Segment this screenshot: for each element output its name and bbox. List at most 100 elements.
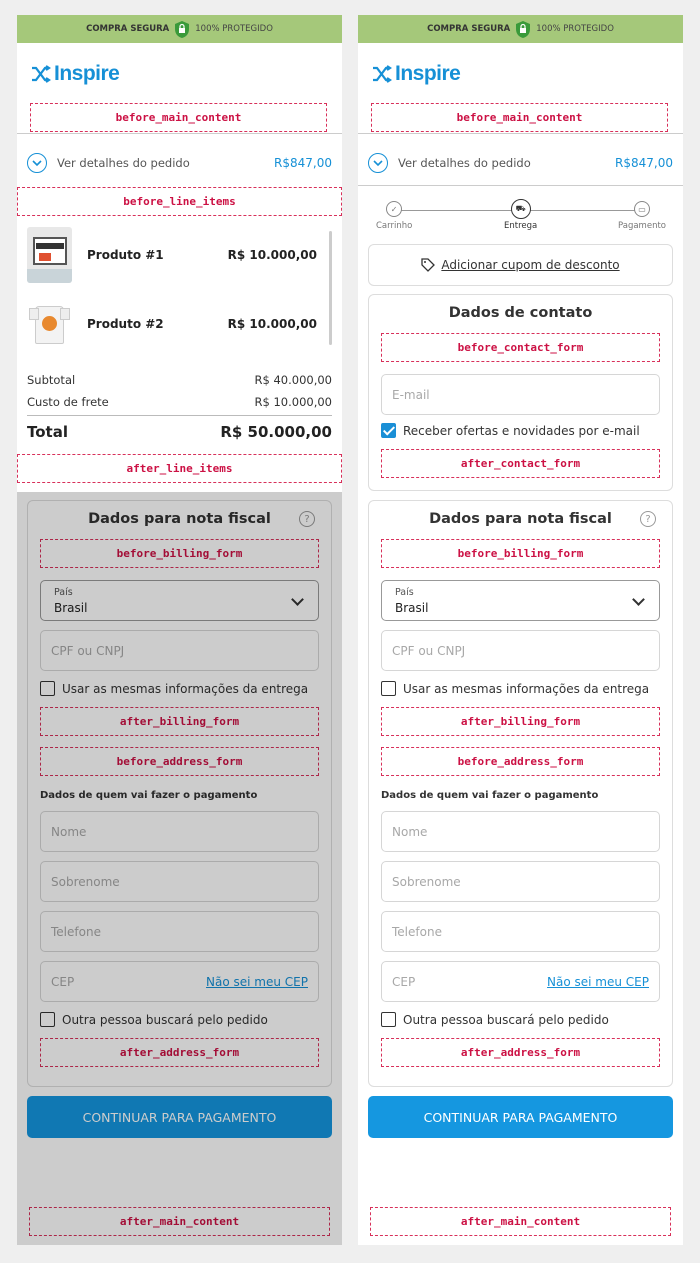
divider (17, 133, 342, 134)
shipping-row: Custo de frete R$ 10.000,00 (27, 395, 332, 409)
total-value: R$ 50.000,00 (220, 423, 332, 441)
line-item: Produto #1 R$ 10.000,00 (27, 227, 317, 283)
payer-subtitle: Dados de quem vai fazer o pagamento (40, 790, 258, 801)
product-price: R$ 10.000,00 (227, 317, 317, 331)
summary-price: R$847,00 (274, 156, 332, 170)
line-item: Produto #2 R$ 10.000,00 (27, 296, 317, 352)
logo-text: Inspire (395, 62, 461, 85)
total-row: Total R$ 50.000,00 (27, 423, 332, 441)
slot-before-billing-form: before_billing_form (381, 539, 660, 568)
shipping-label: Custo de frete (27, 395, 109, 409)
checkout-steps: ✓ Carrinho ⛟ Entrega ▭ Pagamento (368, 199, 673, 246)
divider (27, 415, 332, 416)
secure-purchase-text: COMPRA SEGURA (427, 24, 511, 34)
checkbox[interactable] (381, 681, 396, 696)
slot-after-main-content: after_main_content (370, 1207, 671, 1236)
cpf-input[interactable]: CPF ou CNPJ (40, 630, 319, 671)
protected-text: 100% PROTEGIDO (195, 24, 273, 34)
offers-label: Receber ofertas e novidades por e-mail (403, 423, 640, 438)
security-bar: COMPRA SEGURA 100% PROTEGIDO (358, 15, 683, 43)
scrollbar[interactable] (329, 231, 332, 345)
security-bar: COMPRA SEGURA 100% PROTEGIDO (17, 15, 342, 43)
phone-input[interactable]: Telefone (381, 911, 660, 952)
name-input[interactable]: Nome (40, 811, 319, 852)
surname-input[interactable]: Sobrenome (40, 861, 319, 902)
slot-before-address-form: before_address_form (40, 747, 319, 776)
step-delivery[interactable]: ⛟ Entrega (504, 199, 538, 231)
checkbox[interactable] (40, 681, 55, 696)
logo[interactable]: Inspire (31, 62, 120, 86)
chevron-down-icon (632, 593, 645, 606)
total-label: Total (27, 423, 68, 441)
billing-card: Dados para nota fiscal ? before_billing_… (368, 500, 673, 1087)
order-summary-toggle[interactable]: Ver detalhes do pedido R$847,00 (27, 148, 332, 178)
contact-title: Dados de contato (448, 305, 593, 321)
secure-purchase-text: COMPRA SEGURA (86, 24, 170, 34)
cep-input[interactable]: CEP Não sei meu CEP (40, 961, 319, 1002)
country-select[interactable]: País Brasil (40, 580, 319, 621)
slot-after-address-form: after_address_form (40, 1038, 319, 1067)
slot-after-line-items: after_line_items (17, 454, 342, 483)
other-person-checkbox[interactable]: Outra pessoa buscará pelo pedido (381, 1012, 609, 1027)
same-info-label: Usar as mesmas informações da entrega (62, 681, 309, 696)
other-person-label: Outra pessoa buscará pelo pedido (62, 1012, 268, 1027)
country-label: País (54, 587, 73, 598)
step-label: Entrega (504, 221, 538, 231)
shuffle-icon (32, 65, 51, 83)
offers-checkbox[interactable]: Receber ofertas e novidades por e-mail (381, 423, 640, 438)
step-payment[interactable]: ▭ Pagamento (618, 201, 666, 231)
cep-lookup-link[interactable]: Não sei meu CEP (547, 975, 649, 989)
slot-before-billing-form: before_billing_form (40, 539, 319, 568)
cpf-input[interactable]: CPF ou CNPJ (381, 630, 660, 671)
divider (358, 185, 683, 186)
subtotal-value: R$ 40.000,00 (254, 373, 333, 387)
billing-title: Dados para nota fiscal (88, 511, 271, 527)
same-info-checkbox[interactable]: Usar as mesmas informações da entrega (40, 681, 308, 696)
coupon-label: Adicionar cupom de desconto (441, 258, 620, 272)
same-info-label: Usar as mesmas informações da entrega (403, 681, 650, 696)
slot-after-main-content: after_main_content (29, 1207, 330, 1236)
checkbox[interactable] (381, 1012, 396, 1027)
add-coupon-button[interactable]: Adicionar cupom de desconto (368, 244, 673, 286)
country-value: Brasil (54, 601, 88, 615)
truck-icon: ⛟ (510, 199, 531, 219)
logo-text: Inspire (54, 62, 120, 85)
name-input[interactable]: Nome (381, 811, 660, 852)
surname-input[interactable]: Sobrenome (381, 861, 660, 902)
cep-input[interactable]: CEP Não sei meu CEP (381, 961, 660, 1002)
divider (358, 133, 683, 134)
logo[interactable]: Inspire (372, 62, 461, 86)
country-select[interactable]: País Brasil (381, 580, 660, 621)
card-icon: ▭ (634, 201, 650, 217)
checkbox-checked[interactable] (381, 423, 396, 438)
subtotal-label: Subtotal (27, 373, 76, 387)
check-icon: ✓ (386, 201, 403, 217)
cep-placeholder: CEP (392, 974, 416, 989)
step-cart[interactable]: ✓ Carrinho (376, 201, 412, 231)
help-icon[interactable]: ? (640, 511, 656, 527)
same-info-checkbox[interactable]: Usar as mesmas informações da entrega (381, 681, 649, 696)
other-person-label: Outra pessoa buscará pelo pedido (403, 1012, 609, 1027)
help-icon[interactable]: ? (299, 511, 315, 527)
slot-after-billing-form: after_billing_form (40, 707, 319, 736)
product-price: R$ 10.000,00 (227, 248, 317, 262)
checkout-panel-cart: COMPRA SEGURA 100% PROTEGIDO Inspire bef… (17, 15, 342, 1245)
country-value: Brasil (395, 601, 429, 615)
chevron-down-icon (368, 153, 388, 173)
summary-label: Ver detalhes do pedido (57, 156, 190, 170)
continue-to-payment-button[interactable]: CONTINUAR PARA PAGAMENTO (368, 1096, 673, 1138)
step-label: Carrinho (376, 221, 413, 231)
checkbox[interactable] (40, 1012, 55, 1027)
order-summary-toggle[interactable]: Ver detalhes do pedido R$847,00 (368, 148, 673, 178)
email-input[interactable]: E-mail (381, 374, 660, 415)
phone-input[interactable]: Telefone (40, 911, 319, 952)
cep-lookup-link[interactable]: Não sei meu CEP (206, 975, 308, 989)
product-image (27, 296, 72, 352)
other-person-checkbox[interactable]: Outra pessoa buscará pelo pedido (40, 1012, 268, 1027)
summary-price: R$847,00 (615, 156, 673, 170)
continue-to-payment-button[interactable]: CONTINUAR PARA PAGAMENTO (27, 1096, 332, 1138)
product-name: Produto #2 (87, 317, 164, 331)
product-image (27, 227, 72, 283)
slot-before-main-content: before_main_content (371, 103, 668, 132)
cep-placeholder: CEP (51, 974, 75, 989)
